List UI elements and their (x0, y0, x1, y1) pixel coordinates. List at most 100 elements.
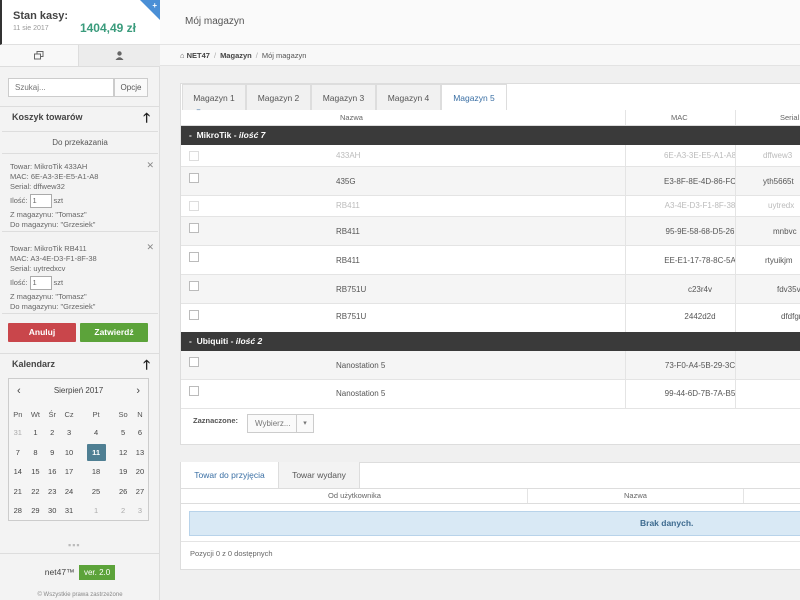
calendar-header[interactable]: Kalendarz 🡑 (0, 353, 160, 375)
weekday-label: Wt (30, 409, 40, 419)
column-name[interactable]: Nazwa (340, 113, 363, 122)
calendar-day[interactable]: 21 (9, 482, 27, 502)
calendar-day[interactable]: 14 (9, 462, 27, 482)
tab-magazyn-1[interactable]: Magazyn 1 (182, 84, 246, 110)
home-icon[interactable]: ⌂ (180, 51, 185, 60)
table-row[interactable]: RB411 A3-4E-D3-F1-8F-38 uytredx (181, 196, 800, 217)
breadcrumb-home[interactable]: NET47 (187, 51, 210, 60)
calendar-day-label: 11 (86, 443, 106, 461)
column-name[interactable]: Nazwa (624, 491, 647, 500)
calendar-day[interactable]: 10 (60, 443, 78, 463)
calendar-day[interactable]: 26 (114, 482, 132, 502)
weekday-label: Pt (92, 409, 100, 419)
calendar-day[interactable]: 17 (60, 462, 78, 482)
row-checkbox[interactable] (189, 281, 199, 291)
calendar-day[interactable]: 24 (60, 482, 78, 502)
quantity-input[interactable]: 1 (29, 194, 52, 208)
calendar-day-label: 6 (137, 428, 143, 438)
tab-incoming[interactable]: Towar do przyjęcia (181, 462, 279, 489)
calendar-day[interactable]: 16 (44, 462, 60, 482)
table-row[interactable]: 433AH 6E-A3-3E-E5-A1-A8 dffwew3 (181, 145, 800, 167)
calendar-day[interactable]: 6 (132, 423, 148, 443)
column-from-user[interactable]: Od użytkownika (328, 491, 381, 500)
table-row[interactable]: Nanostation 5 99-44-6D-7B-7A-B5 (181, 380, 800, 409)
calendar-day[interactable]: 31 (9, 423, 27, 443)
chevron-left-icon[interactable]: ‹ (17, 379, 21, 403)
tab-magazyn-5[interactable]: Magazyn 5 (441, 84, 507, 111)
table-row[interactable]: RB411 95-9E-58-68-D5-26 mnbvc (181, 217, 800, 246)
table-row[interactable]: RB751U c23r4v fdv35v (181, 275, 800, 304)
calendar-day[interactable]: 15 (27, 462, 45, 482)
cart-item-serial: Serial: dffwew32 (10, 182, 65, 191)
row-checkbox[interactable] (189, 357, 199, 367)
row-checkbox[interactable] (189, 201, 199, 211)
calendar-day[interactable]: 8 (27, 443, 45, 463)
row-checkbox[interactable] (189, 151, 199, 161)
table-row[interactable]: 435G E3-8F-8E-4D-86-FC yth5665t (181, 167, 800, 196)
calendar-day[interactable]: 23 (44, 482, 60, 502)
row-checkbox[interactable] (189, 252, 199, 262)
confirm-button[interactable]: Zatwierdź (80, 323, 148, 342)
sort-icon[interactable]: ‾ (197, 109, 200, 119)
calendar-day[interactable]: 27 (132, 482, 148, 502)
calendar-day-label: 1 (93, 506, 99, 516)
calendar-day[interactable]: 12 (114, 443, 132, 463)
calendar-day[interactable]: 9 (44, 443, 60, 463)
calendar-day-label: 19 (118, 467, 128, 477)
dots-icon[interactable]: ▪▪▪ (68, 540, 81, 550)
calendar-day[interactable]: 30 (44, 501, 60, 521)
column-serial[interactable]: Serial (780, 113, 799, 122)
cancel-button[interactable]: Anuluj (8, 323, 76, 342)
arrow-up-icon[interactable]: 🡑 (143, 356, 150, 378)
calendar-day[interactable]: 19 (114, 462, 132, 482)
search-input[interactable] (8, 78, 114, 97)
weekday-label: Pn (13, 409, 23, 419)
calendar-day[interactable]: 11 (78, 443, 114, 463)
calendar-day[interactable]: 28 (9, 501, 27, 521)
arrow-up-icon[interactable]: 🡑 (143, 109, 150, 131)
tab-issued[interactable]: Towar wydany (279, 462, 360, 489)
close-icon[interactable]: ✕ (146, 242, 154, 253)
table-row[interactable]: RB411 EE-E1-17-78-8C-5A rtyuikjm (181, 246, 800, 275)
row-checkbox[interactable] (189, 386, 199, 396)
calendar-day[interactable]: 18 (78, 462, 114, 482)
plus-icon[interactable]: + (152, 1, 157, 10)
tab-magazyn-2[interactable]: Magazyn 2 (246, 84, 311, 110)
calendar-day[interactable]: 2 (44, 423, 60, 443)
caret-down-icon[interactable]: ▾ (296, 415, 313, 432)
row-checkbox[interactable] (189, 310, 199, 320)
table-row[interactable]: RB751U 2442d2d dfdfgr (181, 304, 800, 333)
calendar-day[interactable]: 31 (60, 501, 78, 521)
calendar-day[interactable]: 3 (60, 423, 78, 443)
calendar-day[interactable]: 3 (132, 501, 148, 521)
calendar-day[interactable]: 1 (27, 423, 45, 443)
calendar-day[interactable]: 13 (132, 443, 148, 463)
calendar-day[interactable]: 20 (132, 462, 148, 482)
calendar-day-label: 25 (91, 486, 101, 496)
calendar-day[interactable]: 7 (9, 443, 27, 463)
bulk-action-select[interactable]: Wybierz... ▾ (247, 414, 314, 433)
row-checkbox[interactable] (189, 173, 199, 183)
table-row[interactable]: Nanostation 5 73-F0-A4-5B-29-3C (181, 351, 800, 380)
calendar-day[interactable]: 29 (27, 501, 45, 521)
calendar-day[interactable]: 2 (114, 501, 132, 521)
cart-item-unit: szt (53, 277, 64, 287)
tab-magazyn-3[interactable]: Magazyn 3 (311, 84, 376, 110)
quantity-input[interactable]: 1 (29, 276, 52, 290)
tab-magazyn-4[interactable]: Magazyn 4 (376, 84, 441, 110)
tab-windows[interactable] (0, 45, 79, 66)
cart-header[interactable]: Koszyk towarów 🡑 (0, 106, 160, 128)
tab-user[interactable] (80, 45, 159, 66)
calendar-day[interactable]: 1 (78, 501, 114, 521)
calendar-day[interactable]: 25 (78, 482, 114, 502)
row-checkbox[interactable] (189, 223, 199, 233)
close-icon[interactable]: ✕ (146, 160, 154, 171)
calendar-day[interactable]: 5 (114, 423, 132, 443)
breadcrumb-section[interactable]: Magazyn (220, 51, 252, 60)
calendar-day[interactable]: 4 (78, 423, 114, 443)
column-mac[interactable]: MAC (671, 113, 688, 122)
calendar-day[interactable]: 22 (27, 482, 45, 502)
add-corner[interactable] (140, 0, 160, 20)
chevron-right-icon[interactable]: › (136, 379, 140, 403)
options-button[interactable]: Opcje (114, 78, 148, 97)
